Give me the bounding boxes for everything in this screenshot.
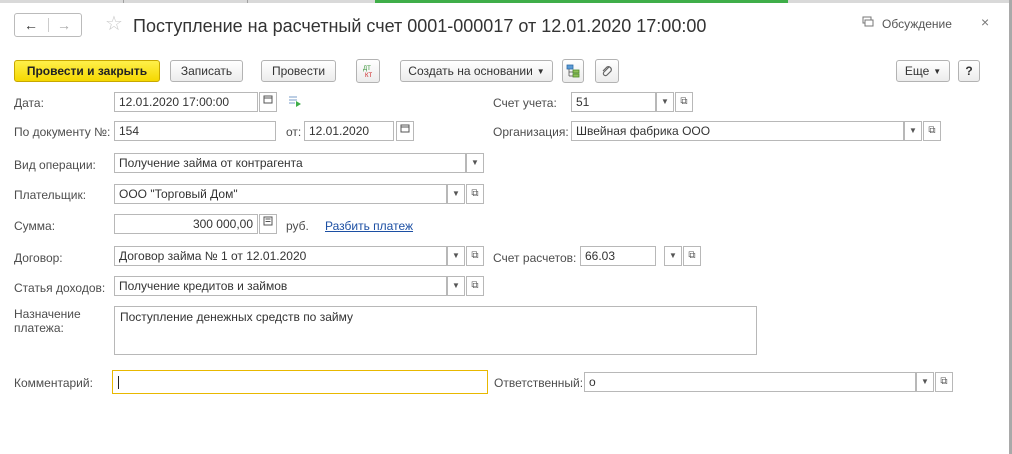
text-caret: [118, 376, 119, 389]
chat-icon: [862, 15, 876, 33]
purpose-textarea[interactable]: Поступление денежных средств по займу: [114, 306, 757, 355]
responsible-dropdown-button[interactable]: ▼: [916, 372, 934, 392]
post-button[interactable]: Провести: [261, 60, 336, 82]
account-field[interactable]: 51: [571, 92, 656, 112]
tab-separator: [123, 0, 124, 3]
docnum-field[interactable]: 154: [114, 121, 276, 141]
comment-field[interactable]: [112, 370, 488, 394]
attachment-button[interactable]: [595, 59, 619, 83]
save-button[interactable]: Записать: [170, 60, 243, 82]
purpose-label-line2: платежа:: [14, 321, 64, 335]
payer-label: Плательщик:: [14, 188, 87, 202]
tab-separator: [247, 0, 248, 3]
org-label: Организация:: [493, 125, 569, 139]
create-based-on-button[interactable]: Создать на основании ▼: [400, 60, 553, 82]
sum-field[interactable]: 300 000,00: [114, 214, 258, 234]
page-title: Поступление на расчетный счет 0001-00001…: [133, 16, 707, 36]
close-icon[interactable]: ×: [981, 13, 989, 31]
account-label: Счет учета:: [493, 96, 557, 110]
calendar-icon: [400, 124, 410, 133]
account-open-button[interactable]: ⧉: [675, 92, 693, 112]
payer-field[interactable]: ООО "Торговый Дом": [114, 184, 447, 204]
sum-label: Сумма:: [14, 219, 56, 233]
optype-field[interactable]: Получение займа от контрагента: [114, 153, 466, 173]
org-open-button[interactable]: ⧉: [923, 121, 941, 141]
favorite-star-icon[interactable]: ☆: [105, 12, 123, 36]
optype-dropdown-button[interactable]: ▼: [466, 153, 484, 173]
post-and-close-button[interactable]: Провести и закрыть: [14, 60, 160, 82]
settle-account-open-button[interactable]: ⧉: [683, 246, 701, 266]
split-payment-link[interactable]: Разбить платеж: [325, 218, 413, 234]
create-based-on-label: Создать на основании: [408, 64, 533, 78]
payer-open-button[interactable]: ⧉: [466, 184, 484, 204]
chevron-down-icon: ▼: [536, 67, 545, 76]
income-label: Статья доходов:: [14, 281, 106, 295]
forward-button[interactable]: →: [54, 17, 74, 33]
currency-label: руб.: [286, 219, 309, 233]
more-label: Еще: [904, 64, 930, 78]
nav-divider: [48, 18, 49, 32]
number-edit-button[interactable]: [288, 95, 304, 109]
structure-button[interactable]: [562, 59, 584, 83]
nav-buttons: ← →: [14, 13, 82, 37]
calendar-button[interactable]: [259, 92, 277, 112]
settle-account-label: Счет расчетов:: [493, 251, 577, 265]
top-tab-strip: [0, 0, 1012, 3]
more-button[interactable]: Еще ▼: [896, 60, 950, 82]
edit-number-icon: [289, 96, 301, 107]
active-tab-indicator: [375, 0, 788, 3]
dt-kt-report-button[interactable]: ДТ КТ: [356, 59, 380, 83]
chevron-down-icon: ▼: [933, 67, 942, 76]
income-field[interactable]: Получение кредитов и займов: [114, 276, 447, 296]
optype-label: Вид операции:: [14, 158, 96, 172]
help-button[interactable]: ?: [958, 60, 980, 82]
settle-account-field[interactable]: 66.03: [580, 246, 656, 266]
docdate-field[interactable]: 12.01.2020: [304, 121, 394, 141]
date-field[interactable]: 12.01.2020 17:00:00: [114, 92, 258, 112]
docnum-label: По документу №:: [14, 125, 111, 139]
paperclip-icon: [602, 66, 612, 77]
payer-dropdown-button[interactable]: ▼: [447, 184, 465, 204]
settle-account-dropdown-button[interactable]: ▼: [664, 246, 682, 266]
contract-dropdown-button[interactable]: ▼: [447, 246, 465, 266]
calendar-icon: [263, 95, 273, 104]
calendar-button[interactable]: [396, 121, 414, 141]
svg-text:ДТ: ДТ: [363, 66, 371, 72]
hierarchy-icon: [566, 64, 580, 78]
account-dropdown-button[interactable]: ▼: [656, 92, 674, 112]
income-open-button[interactable]: ⧉: [466, 276, 484, 296]
calculator-icon: [263, 216, 273, 226]
svg-text:КТ: КТ: [365, 73, 372, 79]
income-dropdown-button[interactable]: ▼: [447, 276, 465, 296]
comment-label: Комментарий:: [14, 376, 93, 390]
from-label: от:: [286, 125, 302, 139]
contract-field[interactable]: Договор займа № 1 от 12.01.2020: [114, 246, 447, 266]
calculator-button[interactable]: [259, 214, 277, 234]
org-dropdown-button[interactable]: ▼: [904, 121, 922, 141]
responsible-open-button[interactable]: ⧉: [935, 372, 953, 392]
discussion-label: Обсуждение: [882, 17, 952, 31]
date-label: Дата:: [14, 96, 44, 110]
dt-kt-icon: ДТ КТ: [363, 66, 372, 79]
back-button[interactable]: ←: [21, 17, 41, 33]
contract-open-button[interactable]: ⧉: [466, 246, 484, 266]
responsible-label: Ответственный:: [494, 376, 584, 390]
org-field[interactable]: Швейная фабрика ООО: [571, 121, 904, 141]
responsible-field[interactable]: о: [584, 372, 916, 392]
contract-label: Договор:: [14, 251, 63, 265]
discussion-button[interactable]: Обсуждение: [862, 15, 952, 33]
